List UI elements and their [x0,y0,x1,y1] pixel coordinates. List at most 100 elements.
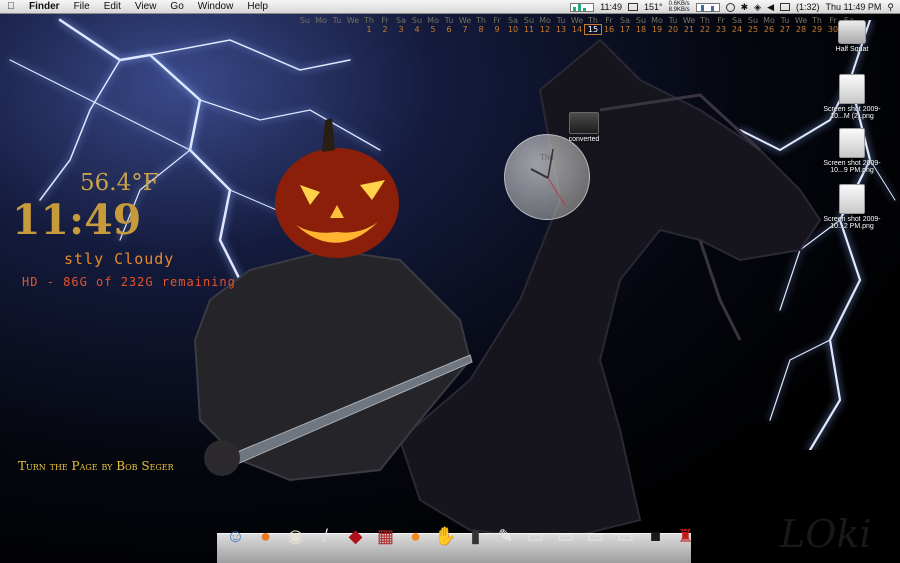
calendar-day-name: Sa [396,16,406,25]
desktop-icon-screenshot-2[interactable]: Screen shot 2009-10...9 PM.png [816,128,888,174]
desktop-icon-label: Half Squat [835,46,869,53]
desktop-icon-label: Screen shot 2009-10...9 PM.png [823,160,881,174]
menu-bar:  Finder File Edit View Go Window Help 1… [0,0,900,14]
menu-clock[interactable]: Thu 11:49 PM [826,2,882,12]
now-playing-widget: Turn the Page by Bob Seger [18,459,174,473]
screenshot-thumb-icon[interactable]: ▭ [612,521,639,551]
calendar-day-name: Su [747,16,759,25]
time-machine-icon[interactable] [725,2,735,12]
calendar-date: 23 [715,25,727,34]
calendar-date: 1 [366,25,372,34]
disk-space-widget: HD - 86G of 232G remaining [22,275,236,289]
bluetooth-icon[interactable]: ✱ [741,2,749,13]
bloody-trash-icon[interactable]: ♜ [672,521,699,551]
cpu-graph-icon[interactable] [570,2,595,12]
calendar-date: 10 [507,25,519,34]
apple-icon[interactable]:  [0,1,22,12]
calendar-widget: Su Mo Tu We Th Fr Sa Su Mo Tu We Th Fr Sa Su Mo Tu We Th Fr… [297,16,857,35]
calendar-date: 7 [462,25,468,34]
black-icon[interactable]: ■ [642,521,669,551]
calendar-day-name: Mo [539,16,551,25]
calendar-date: 21 [683,25,695,34]
desktop-icon-screenshot-1[interactable]: Screen shot 2009-10...M (2).png [816,74,888,120]
screenshot-thumb-icon[interactable]: ▭ [522,521,549,551]
menu-edit[interactable]: Edit [97,0,128,14]
calendar-date: 26 [763,25,775,34]
calendar-date [329,25,345,34]
bloody-knife-icon[interactable]: / [312,521,339,551]
calendar-day-name: Fr [493,16,501,25]
calendar-day-name: Tu [444,16,454,25]
clock-hands [530,148,566,206]
jack-o-lantern-icon[interactable]: ● [402,521,429,551]
calendar-day-name: Su [635,16,647,25]
status-temperature[interactable]: 151° [644,2,663,12]
calendar-day-name: Fr [605,16,613,25]
calendar-date: 17 [619,25,631,34]
calendar-day-name: Fr [381,16,389,25]
sword-hand [204,440,240,476]
weather-condition: stly Cloudy [64,250,175,268]
calendar-date: 28 [795,25,807,34]
calendar-date: 15 [584,24,602,35]
png-file-icon [839,184,865,214]
calendar-date: 2 [382,25,388,34]
calendar-day-name: Tu [668,16,678,25]
book-icon[interactable]: ▮ [462,521,489,551]
volume-icon[interactable]: ◀ [767,2,774,13]
calendar-day-name: Fr [717,16,725,25]
calendar-day-name: Th [364,16,374,25]
hockey-mask-icon[interactable]: ◉ [282,521,309,551]
calendar-date: 27 [779,25,791,34]
png-file-icon [839,74,865,104]
freddy-sweater-icon[interactable]: ▦ [372,521,399,551]
calendar-date: 4 [414,25,420,34]
desktop-icon-screenshot-3[interactable]: Screen shot 2009-10...2 PM.png [816,184,888,230]
menu-view[interactable]: View [128,0,164,14]
desktop-icon-folder[interactable]: converted [548,112,620,143]
calendar-day-names: Su Mo Tu We Th Fr Sa Su Mo Tu We Th Fr Sa Su Mo Tu We Th Fr… [297,16,857,25]
desktop-icon-drive[interactable]: Half Squat [816,20,888,53]
network-graph-icon[interactable] [695,2,720,12]
menu-help[interactable]: Help [240,0,275,14]
calendar-dates: 1 2 3 4 5 6 7 8 9 10 11 12 13 14 15 16 17 18 19 20 21 22 23 24 2… [297,24,857,35]
calendar-date: 11 [523,25,535,34]
menu-go[interactable]: Go [163,0,190,14]
desktop-icon-label: Screen shot 2009-10...M (2).png [823,106,881,120]
finder-icon[interactable]: ☺ [222,521,249,551]
spotlight-icon[interactable]: ⚲ [887,2,894,13]
calendar-date: 14 [571,25,583,34]
network-speed[interactable]: 0.6KB/s 8.9KB/s [669,1,690,13]
menu-window[interactable]: Window [191,0,241,14]
calendar-day-name: We [458,16,472,25]
calendar-day-name: We [794,16,808,25]
wifi-icon[interactable]: ◈ [754,2,761,13]
battery-remaining[interactable]: (1:32) [796,2,820,12]
net-down: 8.9KB/s [668,7,690,13]
screenshot-thumb-icon[interactable]: ▭ [552,521,579,551]
menu-file[interactable]: File [67,0,97,14]
calendar-day-name: We [570,16,584,25]
calendar-day-name: Mo [315,16,327,25]
battery-icon[interactable] [780,3,791,11]
folder-icon [569,112,599,134]
calendar-day-name: Tu [332,16,342,25]
bloody-mask-icon[interactable]: ◆ [342,521,369,551]
calendar-date [297,25,313,34]
signature-watermark: LOki [780,512,872,556]
calendar-day-name: Tu [556,16,566,25]
calendar-date [313,25,329,34]
status-time[interactable]: 11:49 [600,2,622,12]
pumpkin-icon[interactable]: ● [252,521,279,551]
calendar-date: 6 [446,25,452,34]
calendar-date [345,25,361,34]
calendar-day-name: Th [588,16,598,25]
calendar-day-name: Mo [763,16,775,25]
calendar-date: 12 [539,25,551,34]
claw-glove-icon[interactable]: ✋ [432,521,459,551]
screenshot-thumb-icon[interactable]: ▭ [582,521,609,551]
memory-graph-icon[interactable] [627,3,638,11]
bloody-paper-icon[interactable]: ✎ [492,521,519,551]
calendar-day-name: Mo [427,16,439,25]
menu-app-finder[interactable]: Finder [22,0,67,14]
